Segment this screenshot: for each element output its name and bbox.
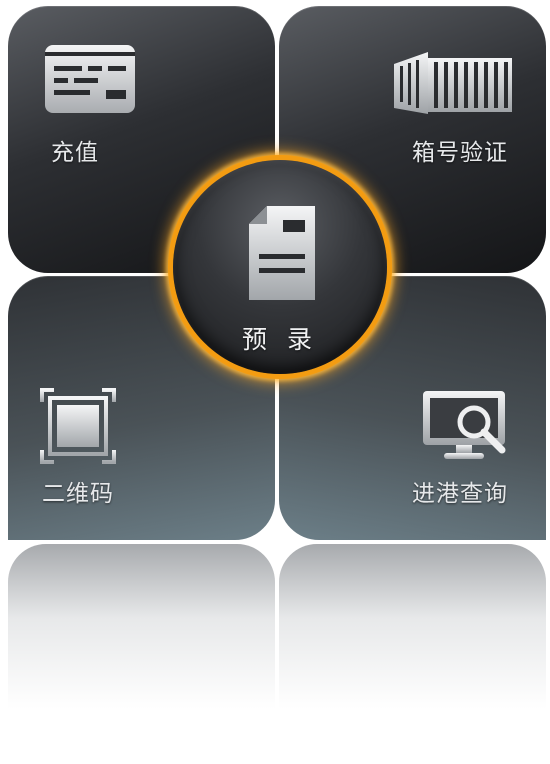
port-entry-query-label: 进港查询 — [412, 481, 508, 507]
pre-record-button-face: 预 录 — [173, 160, 387, 374]
qr-frame-icon — [40, 388, 116, 468]
tile-reflection-right — [279, 544, 546, 709]
document-icon — [247, 206, 317, 306]
monitor-search-icon — [422, 390, 508, 466]
card-icon — [44, 44, 136, 118]
recharge-label: 充值 — [51, 140, 99, 166]
pre-record-label: 预 录 — [242, 325, 318, 354]
container-verify-label: 箱号验证 — [412, 140, 508, 166]
container-icon — [394, 52, 512, 118]
tile-reflection-left — [8, 544, 275, 709]
qr-code-label: 二维码 — [42, 481, 114, 507]
pre-record-button[interactable]: 预 录 — [168, 155, 392, 379]
